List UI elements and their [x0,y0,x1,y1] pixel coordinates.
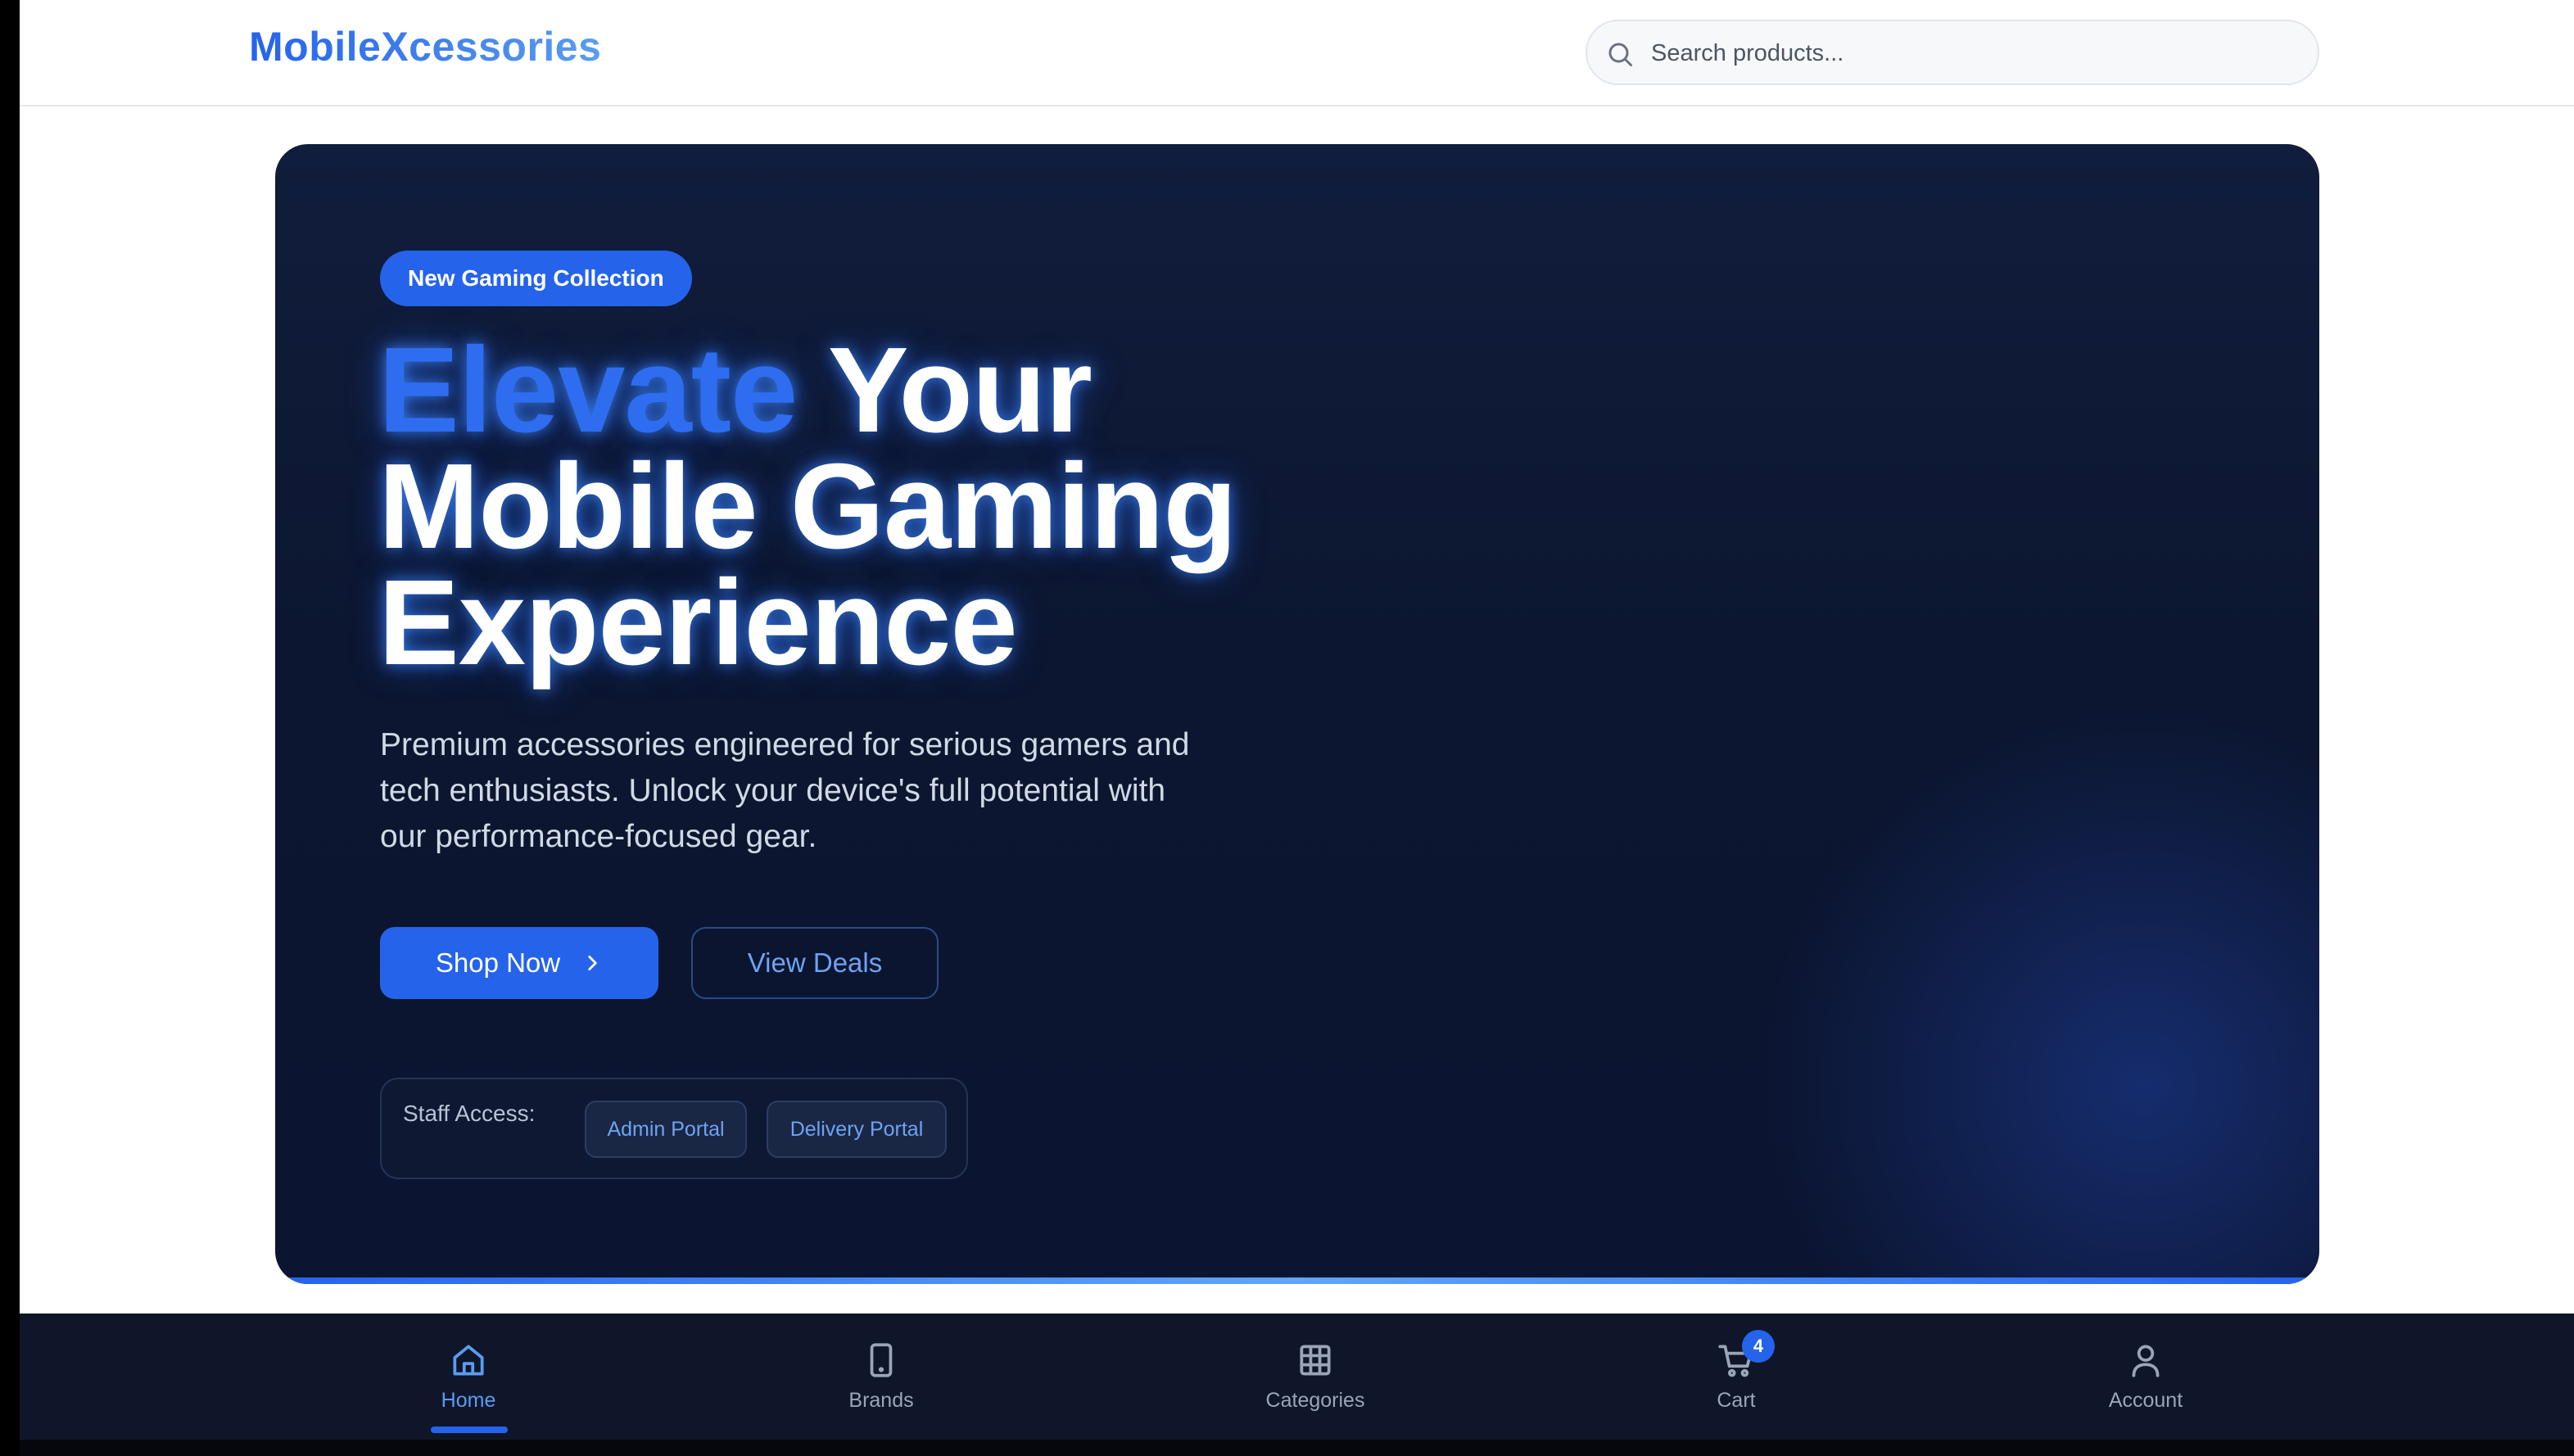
nav-item-brands[interactable]: Brands [783,1314,979,1440]
search-icon [1608,43,1632,66]
nav-label-categories: Categories [1265,1389,1365,1412]
admin-portal-button[interactable]: Admin Portal [585,1101,747,1158]
delivery-portal-button[interactable]: Delivery Portal [767,1101,947,1158]
shop-now-label: Shop Now [435,947,561,978]
cart-count-badge: 4 [1742,1330,1775,1363]
shop-now-button[interactable]: Shop Now [380,927,658,999]
grid-icon [1300,1345,1331,1376]
app-window: MobileXcessories New Gaming Collection E… [20,0,2574,1456]
hero-banner: New Gaming Collection Elevate Your Mobil… [275,144,2319,1284]
headline-accent: Elevate [378,323,798,458]
nav-label-cart: Cart [1717,1389,1756,1412]
search-bar[interactable] [1586,20,2319,85]
nav-item-account[interactable]: Account [2047,1314,2244,1440]
headline-line-3: Experience [378,555,1018,690]
nav-label-account: Account [2108,1389,2183,1412]
staff-access-label: Staff Access: [403,1101,536,1126]
nav-label-brands: Brands [848,1389,914,1412]
bottom-edge-strip [20,1440,2574,1456]
home-icon [453,1345,484,1376]
staff-access-panel: Staff Access: Admin Portal Delivery Port… [380,1078,968,1179]
nav-item-categories[interactable]: Categories [1217,1314,1414,1440]
hero-subtitle: Premium accessories engineered for serio… [380,727,1190,854]
nav-label-home: Home [441,1389,496,1412]
active-indicator [431,1427,508,1433]
chevron-right-icon [588,956,597,970]
user-icon [2132,1345,2160,1377]
brand-logo[interactable]: MobileXcessories [249,23,601,70]
search-input[interactable] [1651,33,2290,74]
hero-headline: Elevate Your Mobile Gaming Experience [378,330,1361,684]
cart-icon-wrap: 4 [1716,1330,1775,1381]
view-deals-button[interactable]: View Deals [691,927,939,999]
nav-item-home[interactable]: Home [370,1314,567,1440]
headline-rest: Your [797,323,1092,458]
nav-item-cart[interactable]: 4 Cart [1638,1314,1834,1440]
bottom-navigation: Home Brands Categories 4 Cart Account [20,1314,2574,1440]
top-header: MobileXcessories [20,0,2574,106]
collection-badge: New Gaming Collection [380,251,692,306]
headline-line-2: Mobile Gaming [378,439,1237,574]
phone-icon [870,1343,893,1377]
